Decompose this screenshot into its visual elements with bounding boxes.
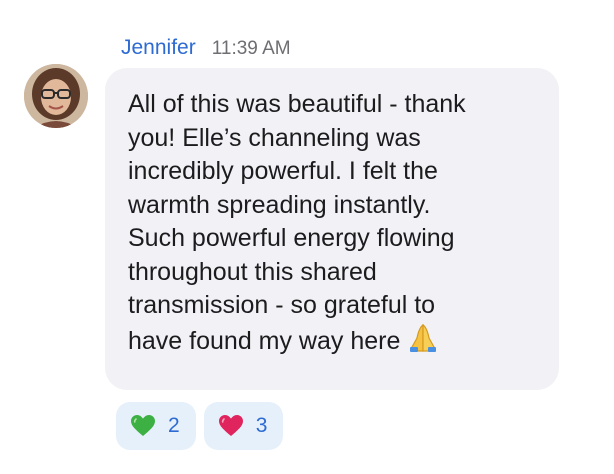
reaction-green-heart[interactable]: 2 (116, 402, 196, 450)
folded-hands-icon (406, 323, 440, 363)
avatar[interactable] (24, 64, 88, 128)
green-heart-icon (130, 414, 156, 438)
message-line: have found my way here (128, 326, 401, 355)
avatar-photo (24, 64, 88, 128)
message-line: All of this was beautiful - thank (128, 90, 466, 118)
message-line: transmission - so grateful to (128, 291, 436, 319)
message-line: Such powerful energy flowing (128, 224, 455, 252)
message-timestamp: 11:39 AM (211, 38, 291, 59)
reaction-red-heart[interactable]: 3 (203, 402, 284, 450)
message-line: throughout this shared (128, 257, 377, 286)
sender-name[interactable]: Jennifer (121, 36, 196, 60)
message-header: Jennifer 11:39 AM (121, 36, 291, 66)
message-bubble[interactable]: All of this was beautiful - thank you! E… (105, 68, 559, 390)
message-text: All of this was beautiful - thank you! E… (128, 88, 548, 362)
message-line: you! Elle’s channeling was (128, 123, 421, 152)
reaction-count: 2 (168, 414, 180, 437)
message-line: warmth spreading instantly. (128, 190, 431, 219)
message-line: incredibly powerful. I felt the (128, 157, 438, 185)
reaction-bar: 2 3 (116, 402, 284, 450)
reaction-count: 3 (255, 414, 268, 437)
red-heart-icon (218, 414, 244, 438)
chat-message: Jennifer 11:39 AM All of this was beauti… (0, 0, 614, 474)
